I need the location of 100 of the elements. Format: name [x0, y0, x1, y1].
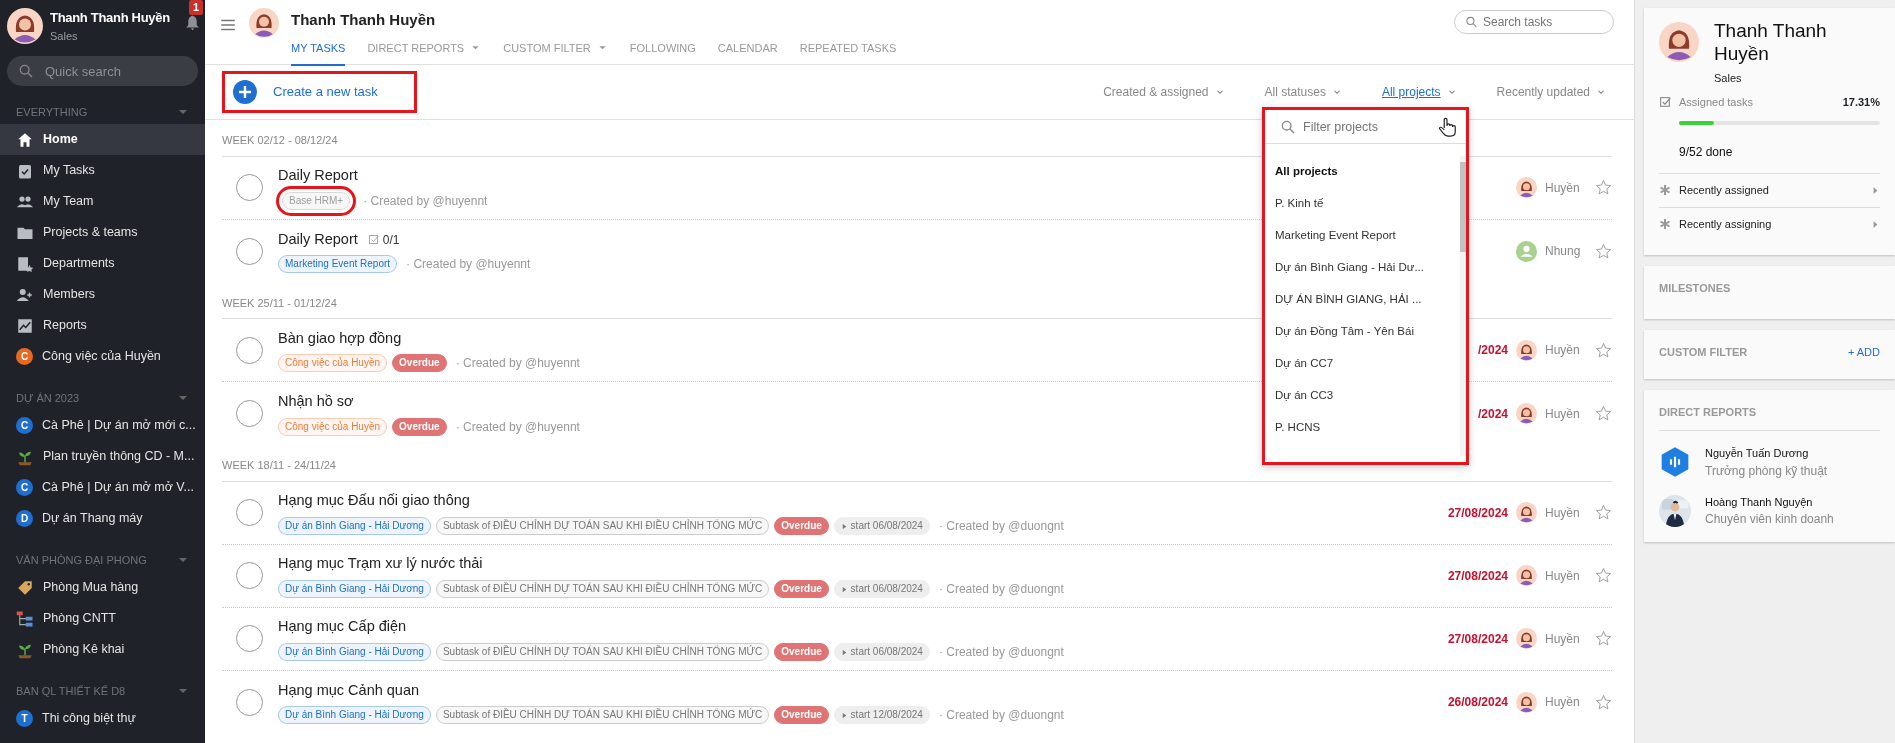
created-by: · Created by @duongnt [938, 517, 1064, 535]
avatar-icon [1516, 628, 1537, 649]
dropdown-item[interactable]: Marketing Event Report [1265, 220, 1460, 252]
start-date-tag: start 06/08/2024 [833, 579, 930, 598]
dropdown-item[interactable]: All projects [1265, 156, 1460, 188]
star-icon[interactable] [1595, 630, 1612, 647]
star-icon[interactable] [1595, 405, 1612, 422]
task-title[interactable]: Hạng mục Trạm xư lý nước thải [278, 553, 483, 575]
caret-right-icon [1871, 219, 1880, 229]
section-title: CUSTOM FILTER [1659, 344, 1748, 360]
filter-dropdown[interactable]: Recently updated [1490, 82, 1612, 102]
avatar-icon [1516, 565, 1537, 586]
caret-right-icon [1871, 185, 1880, 195]
sidebar-item[interactable]: Projects & teams [0, 217, 205, 248]
asterisk-icon [1659, 218, 1671, 231]
sidebar-item[interactable]: Phòng Kê khai [0, 634, 205, 665]
overdue-badge: Overdue [774, 642, 829, 661]
section-title: VĂN PHÒNG ĐẠI PHONG [16, 552, 147, 568]
letter-icon: T [16, 710, 33, 727]
tag-icon [16, 578, 34, 597]
section-title: DỰ ÁN 2023 [16, 390, 80, 406]
project-tag[interactable]: Dự án Bình Giang - Hải Dương [278, 642, 431, 661]
star-icon[interactable] [1595, 242, 1612, 260]
link-item[interactable]: Recently assigned [1659, 172, 1880, 207]
overdue-badge: Overdue [392, 417, 447, 436]
page-title: Thanh Thanh Huyền [291, 10, 437, 30]
sidebar-item[interactable]: Departments [0, 248, 205, 279]
search-field[interactable]: Quick search [7, 56, 198, 86]
sidebar-item[interactable]: Phòng CNTT [0, 603, 205, 634]
created-by: · Created by @duongnt [938, 580, 1064, 598]
star-icon[interactable] [1595, 179, 1612, 196]
star-icon[interactable] [1595, 693, 1612, 711]
filter-dropdown[interactable]: All projects [1375, 82, 1463, 102]
sidebar-item[interactable]: D Dự án Thang máy [0, 503, 205, 534]
letter-icon: D [16, 510, 33, 527]
task-title[interactable]: Nhận hồ sơ [278, 391, 354, 413]
project-tag[interactable]: Dự án Bình Giang - Hải Dương [278, 579, 431, 598]
task-title[interactable]: Hạng mục Đấu nối giao thông [278, 490, 470, 512]
star-icon[interactable] [1595, 567, 1612, 584]
task-title[interactable]: Bàn giao hợp đồng [278, 327, 402, 350]
search-icon [1280, 118, 1296, 135]
add-link[interactable]: + ADD [1847, 343, 1880, 365]
task-title[interactable]: Hạng mục Cảnh quan [278, 679, 420, 702]
created-by: · Created by @huyennt [406, 256, 531, 274]
dropdown-item[interactable]: Dự án CC3 [1265, 380, 1460, 412]
filter-dropdown[interactable]: All statuses [1258, 82, 1348, 102]
avatar-icon [249, 8, 279, 38]
project-tag[interactable]: Marketing Event Report [278, 255, 398, 274]
sidebar-item[interactable]: C Công việc của Huyền [0, 341, 205, 372]
sidebar-item[interactable]: Members [0, 279, 205, 310]
bell-icon[interactable] [184, 14, 201, 31]
org-chart-icon [16, 609, 34, 628]
checklist-count: 0/1 [367, 230, 400, 249]
letter-icon: C [16, 417, 33, 434]
search-field[interactable]: Search tasks [1454, 10, 1614, 34]
task-title[interactable]: Hạng mục Cấp điện [278, 616, 407, 638]
dropdown-item[interactable]: Dự án CC7 [1265, 348, 1460, 380]
person-title: Chuyên viên kinh doanh [1705, 511, 1834, 529]
dropdown-item[interactable]: P. Kinh tế [1265, 188, 1460, 220]
dropdown-item[interactable]: P. HCNS [1265, 412, 1460, 444]
avatar-icon [1516, 502, 1537, 523]
sidebar-item[interactable]: Home [0, 124, 205, 155]
created-by: · Created by @huyennt [455, 418, 580, 436]
link-item[interactable]: Recently assigning [1659, 206, 1880, 241]
task-title[interactable]: Daily Report [278, 165, 358, 187]
sidebar-item[interactable]: C Cà Phê | Dự án mở mới c... [0, 410, 205, 441]
created-by: · Created by @huyennt [363, 192, 488, 210]
sidebar-item[interactable]: C Cà Phê | Dự án mở mở V... [0, 472, 205, 503]
user-name: Thanh Thanh Huyền [50, 9, 170, 27]
project-tag[interactable]: Dự án Bình Giang - Hải Dương [278, 706, 431, 725]
dropdown-item[interactable]: DỰ ÁN BÌNH GIANG, HẢI ... [1265, 284, 1460, 316]
sidebar-item[interactable]: My Team [0, 186, 205, 217]
checkbox-icon [367, 233, 380, 246]
tab[interactable]: MY TASKS [291, 39, 346, 66]
scrollbar[interactable] [1460, 156, 1466, 456]
sidebar-item[interactable]: Phòng Mua hàng [0, 572, 205, 603]
done-count: 9/52 done [1679, 143, 1734, 161]
dropdown-item[interactable]: Dự án Đồng Tâm - Yên Bái [1265, 316, 1460, 348]
person-name[interactable]: Nguyễn Tuấn Dương [1705, 445, 1828, 462]
sidebar-item[interactable]: My Tasks [0, 155, 205, 186]
create-task-button[interactable]: Create a new task [222, 71, 417, 113]
filter-dropdown[interactable]: Created & assigned [1097, 82, 1231, 102]
person-name[interactable]: Hoàng Thanh Nguyện [1705, 493, 1834, 511]
assignee-name: Nhung [1545, 243, 1582, 260]
profile-role: Sales [1714, 70, 1743, 86]
task-title[interactable]: Daily Report [278, 228, 358, 251]
star-icon[interactable] [1595, 341, 1612, 359]
sidebar-item[interactable]: Plan truyền thông CD - M... [0, 441, 205, 472]
overdue-badge: Overdue [392, 354, 447, 373]
dropdown-item[interactable]: Dự án Bình Giang - Hải Dư... [1265, 252, 1460, 284]
sidebar-item[interactable]: Reports [0, 310, 205, 341]
assignee-name: Huyền [1545, 405, 1581, 423]
section-title: MILESTONES [1659, 280, 1732, 296]
sidebar-item[interactable]: T Thi công biệt thự [0, 703, 205, 734]
hexagon-logo-icon [1659, 446, 1691, 479]
project-tag[interactable]: Dự án Bình Giang - Hải Dương [278, 516, 431, 535]
stat-label: Assigned tasks [1679, 95, 1754, 111]
star-icon[interactable] [1595, 504, 1612, 521]
section-title: EVERYTHING [16, 104, 88, 120]
person-title: Trưởng phòng kỹ thuật [1705, 462, 1828, 480]
